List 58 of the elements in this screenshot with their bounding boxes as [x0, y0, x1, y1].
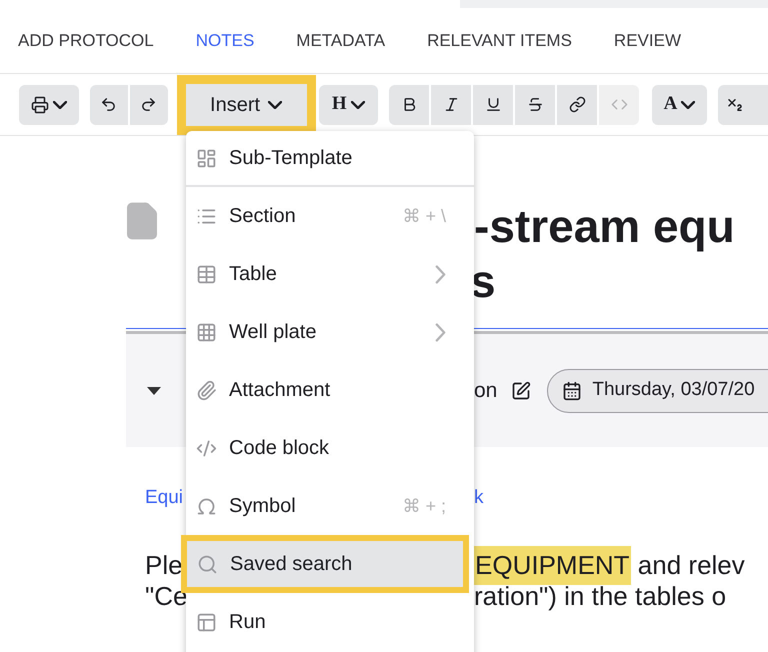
menu-item[interactable]: Symbol ⌘ + ; [186, 483, 474, 529]
menu-item[interactable]: Run [186, 599, 474, 645]
paperclip-icon [196, 380, 217, 400]
format-button[interactable] [389, 84, 430, 124]
calendar-icon [562, 380, 582, 400]
link-icon [568, 96, 586, 113]
tab[interactable]: NOTES [196, 28, 254, 54]
redo-icon [140, 96, 158, 113]
edit-icon [511, 380, 532, 400]
menu-item[interactable]: Section ⌘ + \ [186, 193, 474, 239]
heading-button[interactable]: H [318, 84, 378, 124]
format-button[interactable] [473, 84, 514, 124]
chevron-down-icon [350, 100, 365, 108]
table-icon [196, 264, 217, 284]
format-button[interactable] [557, 84, 598, 124]
tab[interactable]: ADD PROTOCOL [18, 28, 154, 54]
date-pill[interactable]: Thursday, 03/07/20 [547, 368, 768, 412]
menu-item[interactable]: Sub-Template [186, 135, 474, 181]
highlighted-text: EQUIPMENT [474, 546, 631, 584]
chevron-down-icon [681, 100, 696, 108]
template-icon [196, 148, 217, 168]
link[interactable]: Equi [145, 486, 184, 508]
font-color-button[interactable]: A [652, 84, 708, 124]
tab[interactable]: REVIEW [614, 28, 681, 54]
search-icon [197, 554, 218, 574]
paragraph-text: Ple [145, 550, 183, 580]
undo-icon [100, 96, 118, 113]
link[interactable]: k [474, 484, 484, 512]
format-button[interactable] [431, 84, 472, 124]
grid-icon [196, 322, 217, 342]
caret-icon [147, 386, 161, 394]
redo-button[interactable] [130, 84, 168, 124]
paragraph-text: "Ce [145, 580, 188, 610]
paragraph-text: and relev [636, 548, 745, 582]
date-text: Thursday, 03/07/20 [592, 378, 755, 402]
print-button[interactable] [19, 84, 79, 124]
document-title: -stream equ [474, 199, 735, 254]
shortcut-text: ⌘ + ; [402, 494, 446, 518]
underline-icon [484, 96, 502, 113]
printer-icon [30, 96, 49, 114]
undo-button[interactable] [90, 84, 128, 124]
menu-item[interactable]: Code block [186, 425, 474, 471]
chevron-down-icon [268, 100, 282, 108]
menu-item[interactable]: Saved search [187, 541, 463, 587]
subscript-button[interactable] [718, 84, 768, 124]
format-button[interactable] [515, 84, 556, 124]
omega-icon [196, 496, 217, 516]
window-icon [196, 612, 217, 632]
menu-item[interactable]: Attachment [186, 367, 474, 413]
insert-button[interactable]: Insert [186, 84, 307, 126]
strikethrough-icon [526, 96, 544, 113]
shortcut-text: ⌘ + \ [402, 204, 446, 228]
tab[interactable]: METADATA [296, 28, 386, 54]
section-title: on [474, 378, 498, 404]
menu-item[interactable]: Well plate [186, 309, 474, 355]
chevron-down-icon [52, 100, 67, 108]
code-icon [196, 438, 217, 458]
tab[interactable]: RELEVANT ITEMS [427, 28, 572, 54]
